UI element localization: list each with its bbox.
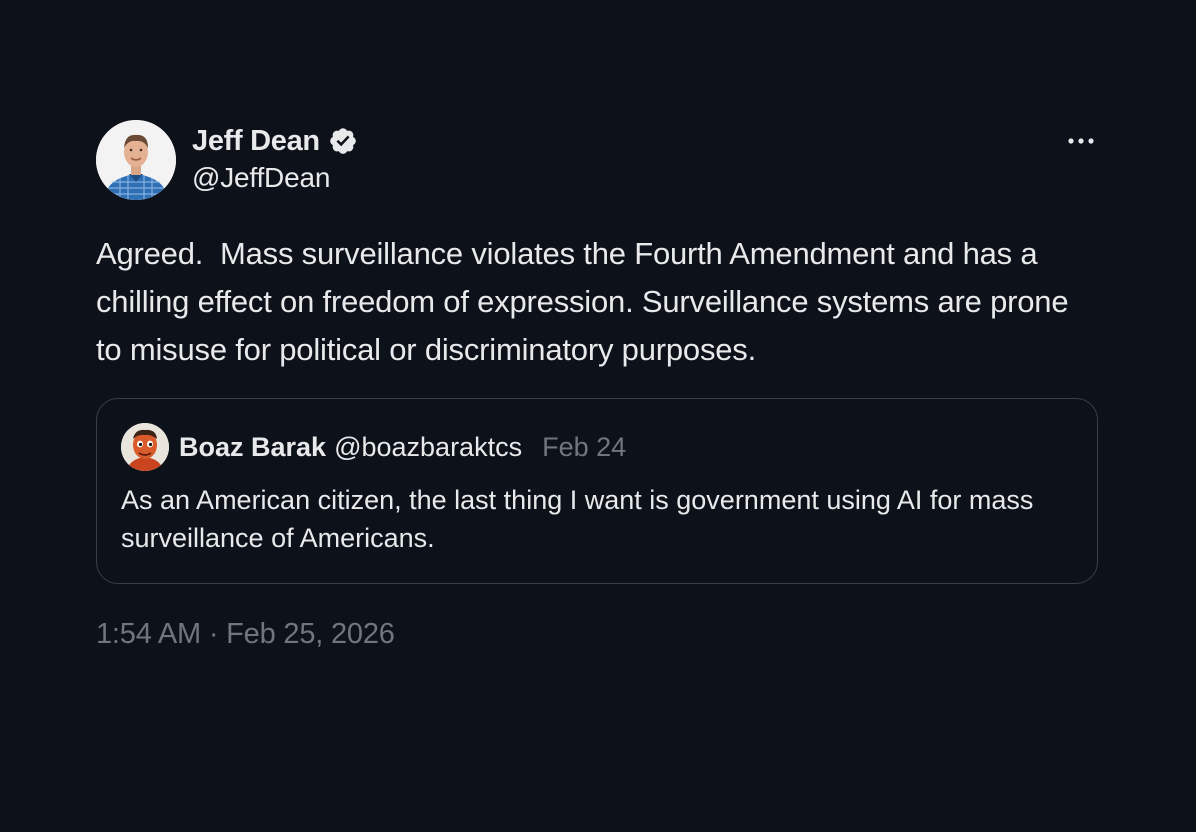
- quoted-author-avatar: [121, 423, 169, 471]
- more-options-button[interactable]: [1064, 126, 1098, 156]
- quoted-author-name: Boaz Barak: [179, 431, 327, 462]
- quoted-tweet-card[interactable]: Boaz Barak @boazbaraktcs Feb 24 As an Am…: [96, 398, 1098, 584]
- author-avatar[interactable]: [96, 120, 176, 200]
- quoted-author-handle: @boazbaraktcs: [334, 431, 523, 462]
- author-name-block: Jeff Dean @JeffDean: [192, 124, 358, 194]
- display-name-row: Jeff Dean: [192, 124, 358, 158]
- tweet-timestamp[interactable]: 1:54 AM · Feb 25, 2026: [96, 618, 1100, 651]
- verified-badge-icon: [328, 126, 358, 156]
- author-display-name[interactable]: Jeff Dean: [192, 125, 320, 158]
- author-handle[interactable]: @JeffDean: [192, 162, 358, 194]
- more-horizontal-icon: [1068, 138, 1094, 144]
- tweet-text: Agreed. Mass surveillance violates the F…: [96, 236, 1077, 367]
- quoted-tweet-date: Feb 24: [542, 431, 627, 462]
- avatar-photo-icon: [96, 120, 176, 200]
- quoted-tweet-header: Boaz Barak @boazbaraktcs Feb 24: [121, 423, 626, 471]
- cartoon-avatar-icon: [121, 423, 169, 471]
- quoted-tweet-text: As an American citizen, the last thing I…: [121, 485, 1034, 553]
- tweet: Jeff Dean @JeffDean Agreed. Mass surveil…: [96, 118, 1100, 651]
- tweet-header: Jeff Dean @JeffDean: [96, 118, 1100, 202]
